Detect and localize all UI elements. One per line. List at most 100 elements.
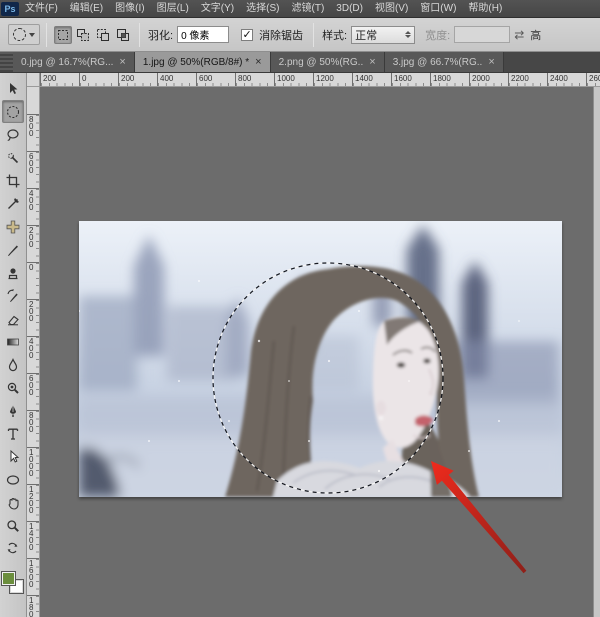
- ruler-tick-label: 400: [157, 73, 196, 87]
- dodge-icon: [5, 380, 21, 396]
- close-icon[interactable]: ×: [119, 56, 125, 68]
- menu-type[interactable]: 文字(Y): [195, 0, 240, 17]
- ruler-tick-label: 1200: [313, 73, 352, 87]
- ruler-tick-label: 400: [27, 188, 40, 225]
- clone-stamp-tool[interactable]: [2, 261, 24, 284]
- close-icon[interactable]: ×: [488, 56, 494, 68]
- photoshop-logo-icon: Ps: [1, 2, 19, 16]
- spot-healing-brush-tool[interactable]: [2, 215, 24, 238]
- add-to-selection-button[interactable]: [74, 26, 92, 44]
- close-icon[interactable]: ×: [369, 56, 375, 68]
- elliptical-marquee-icon: [13, 28, 26, 41]
- tab-doc-0[interactable]: 0.jpg @ 16.7%(RG... ×: [13, 52, 135, 72]
- swap-dimensions-icon[interactable]: ⇄: [514, 28, 524, 42]
- new-selection-icon: [56, 28, 70, 42]
- history-brush-tool[interactable]: [2, 284, 24, 307]
- photoshop-window: Ps 文件(F) 编辑(E) 图像(I) 图层(L) 文字(Y) 选择(S) 滤…: [0, 0, 600, 617]
- zoom-tool[interactable]: [2, 514, 24, 537]
- tool-preset-picker[interactable]: [8, 24, 40, 45]
- chevron-down-icon: [29, 33, 35, 37]
- menu-layer[interactable]: 图层(L): [151, 0, 195, 17]
- menu-view[interactable]: 视图(V): [369, 0, 414, 17]
- style-select[interactable]: 正常: [351, 26, 415, 44]
- crop-tool[interactable]: [2, 169, 24, 192]
- brush-icon: [5, 242, 21, 258]
- antialias-label: 消除锯齿: [259, 27, 303, 43]
- menu-select[interactable]: 选择(S): [240, 0, 285, 17]
- lasso-tool[interactable]: [2, 123, 24, 146]
- ruler-tick-label: 1600: [27, 558, 40, 595]
- horizontal-ruler[interactable]: 2000200400600800100012001400160018002000…: [40, 73, 600, 87]
- ruler-corner[interactable]: [27, 73, 40, 87]
- tab-doc-2[interactable]: 2.png @ 50%(RG.. ×: [271, 52, 385, 72]
- pen-tool[interactable]: [2, 399, 24, 422]
- menu-file[interactable]: 文件(F): [19, 0, 64, 17]
- intersect-selection-button[interactable]: [114, 26, 132, 44]
- ruler-tick-label: 200: [40, 73, 79, 87]
- hand-tool[interactable]: [2, 491, 24, 514]
- width-input[interactable]: [454, 26, 510, 43]
- gradient-tool[interactable]: [2, 330, 24, 353]
- path-selection-tool[interactable]: [2, 445, 24, 468]
- ellipse-shape-icon: [5, 472, 21, 488]
- subtract-from-selection-button[interactable]: [94, 26, 112, 44]
- width-label: 宽度:: [425, 27, 450, 43]
- tab-label: 2.png @ 50%(RG..: [279, 57, 364, 68]
- ruler-tick-label: 2000: [469, 73, 508, 87]
- eraser-tool[interactable]: [2, 307, 24, 330]
- height-label-partial: 高: [530, 27, 541, 43]
- subtract-from-selection-icon: [96, 28, 110, 42]
- ruler-tick-label: 2600: [586, 73, 600, 87]
- menu-3d[interactable]: 3D(D): [330, 0, 369, 17]
- history-brush-icon: [5, 288, 21, 304]
- ruler-tick-label: 800: [235, 73, 274, 87]
- path-selection-icon: [5, 449, 21, 465]
- vertical-scrollbar[interactable]: [593, 87, 600, 617]
- vertical-ruler[interactable]: 8006004002000200400600800100012001400160…: [27, 87, 40, 617]
- eyedropper-tool[interactable]: [2, 192, 24, 215]
- divider: [139, 23, 140, 47]
- elliptical-marquee-tool[interactable]: [2, 100, 24, 123]
- tools-panel: [0, 73, 27, 617]
- tab-doc-1[interactable]: 1.jpg @ 50%(RGB/8#) * ×: [135, 52, 271, 72]
- hand-icon: [5, 495, 21, 511]
- ruler-tick-label: 2400: [547, 73, 586, 87]
- menu-edit[interactable]: 编辑(E): [64, 0, 109, 17]
- menu-image[interactable]: 图像(I): [109, 0, 150, 17]
- pen-icon: [5, 403, 21, 419]
- menu-filter[interactable]: 滤镜(T): [286, 0, 331, 17]
- tab-doc-3[interactable]: 3.jpg @ 66.7%(RG.. ×: [385, 52, 504, 72]
- add-to-selection-icon: [76, 28, 90, 42]
- new-selection-button[interactable]: [54, 26, 72, 44]
- ruler-tick-label: 600: [27, 151, 40, 188]
- style-label: 样式:: [322, 27, 347, 43]
- photo-image[interactable]: [79, 221, 562, 497]
- foreground-color-swatch[interactable]: [2, 572, 15, 585]
- brush-tool[interactable]: [2, 238, 24, 261]
- ruler-tick-label: 1000: [27, 447, 40, 484]
- style-select-value: 正常: [355, 27, 377, 43]
- close-icon[interactable]: ×: [255, 56, 261, 68]
- menu-window[interactable]: 窗口(W): [414, 0, 462, 17]
- swap-colors-icon: [5, 542, 21, 556]
- quick-selection-tool[interactable]: [2, 146, 24, 169]
- blur-tool[interactable]: [2, 353, 24, 376]
- feather-label: 羽化:: [148, 27, 173, 43]
- type-tool[interactable]: [2, 422, 24, 445]
- shape-tool[interactable]: [2, 468, 24, 491]
- lasso-icon: [5, 127, 21, 143]
- quick-selection-icon: [5, 150, 21, 166]
- divider: [46, 23, 47, 47]
- ruler-tick-label: 600: [196, 73, 235, 87]
- dodge-tool[interactable]: [2, 376, 24, 399]
- divider: [313, 23, 314, 47]
- tab-label: 1.jpg @ 50%(RGB/8#) *: [143, 57, 249, 68]
- ruler-tick-label: 1400: [352, 73, 391, 87]
- antialias-checkbox[interactable]: ✓: [241, 29, 253, 41]
- feather-input[interactable]: [177, 26, 229, 43]
- move-tool[interactable]: [2, 77, 24, 100]
- menu-help[interactable]: 帮助(H): [462, 0, 508, 17]
- default-colors-button[interactable]: [2, 537, 24, 560]
- document-canvas[interactable]: [40, 87, 600, 617]
- ruler-tick-label: 200: [118, 73, 157, 87]
